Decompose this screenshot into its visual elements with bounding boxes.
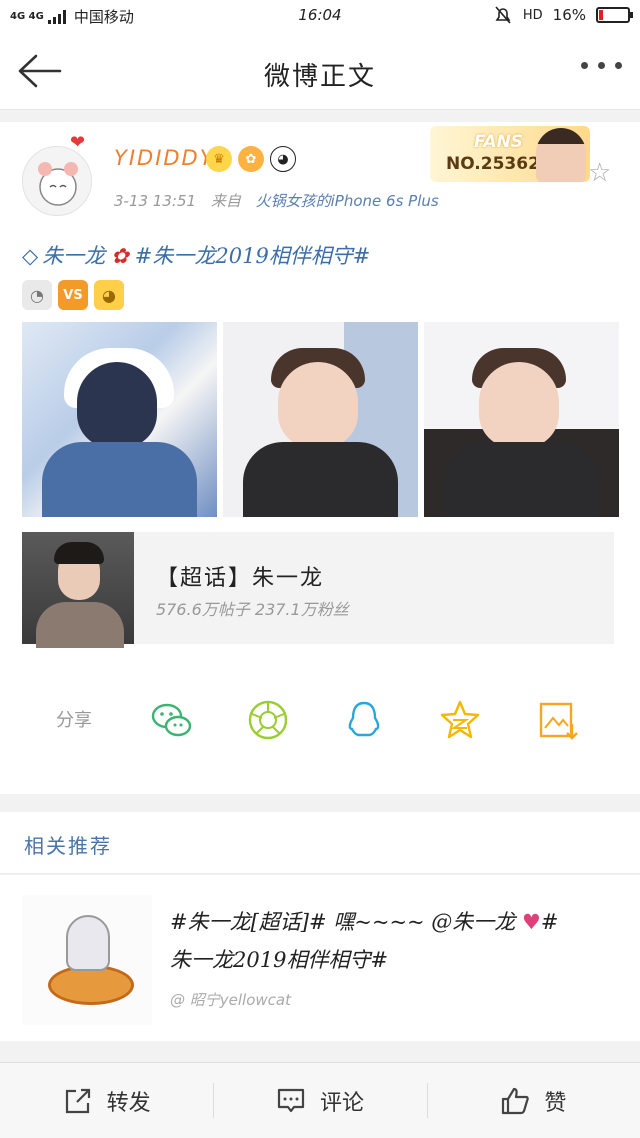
post-source: 火锅女孩的iPhone 6s Plus [255, 192, 439, 210]
page-title: 微博正文 [263, 62, 376, 92]
like-icon [502, 1087, 530, 1114]
qq-icon[interactable] [342, 698, 386, 742]
fans-label: FANS [474, 132, 524, 152]
crown-icon: ♛ [206, 146, 232, 172]
mute-bell-icon [495, 6, 511, 24]
post-photo[interactable] [223, 322, 418, 517]
star-icon[interactable]: ☆ [588, 158, 611, 188]
topic-name: 【超话】朱一龙 [156, 566, 325, 591]
topic-stats: 576.6万帖子 237.1万粉丝 [156, 600, 349, 619]
topic-card[interactable]: 【超话】朱一龙 576.6万帖子 237.1万粉丝 [22, 532, 614, 648]
panda-icon: ◕ [270, 146, 296, 172]
related-text: #朱一龙[超话]# 嘿~~~~ @朱一龙 ♥# 朱一龙2019相伴相守# [170, 903, 622, 979]
member-badge-icon: ✿ [238, 146, 264, 172]
related-item[interactable]: #朱一龙[超话]# 嘿~~~~ @朱一龙 ♥# 朱一龙2019相伴相守# @ 昭… [0, 875, 640, 1041]
related-header: 相关推荐 [0, 812, 640, 874]
wechat-icon[interactable] [150, 698, 194, 742]
post-photo[interactable] [424, 322, 619, 517]
battery-percent: 16% [552, 6, 586, 24]
status-bar: 4G 4G 中国移动 16:04 HD 16% [0, 0, 640, 32]
from-label: 来自 [210, 192, 241, 210]
comment-icon [277, 1088, 305, 1112]
username[interactable]: YIDIDDY [114, 146, 215, 170]
action-bar: 转发 评论 赞 [0, 1062, 640, 1138]
moments-icon[interactable] [246, 698, 290, 742]
related-author[interactable]: @ 昭宁yellowcat [170, 989, 291, 1010]
related-thumbnail [22, 895, 152, 1025]
repost-button[interactable]: 转发 [0, 1063, 213, 1138]
avatar[interactable] [22, 146, 92, 216]
diamond-icon: ◇ [22, 244, 39, 268]
like-label: 赞 [544, 1090, 567, 1116]
more-icon[interactable] [581, 62, 622, 69]
save-image-icon[interactable] [536, 698, 580, 742]
post-text: ◇ 朱一龙 ✿ #朱一龙2019相伴相守# [22, 240, 622, 270]
bunny-icon: ◔ [22, 280, 52, 310]
post-mention[interactable]: 朱一龙 [42, 244, 105, 268]
cat-icon: ◕ [94, 280, 124, 310]
photo-grid [22, 322, 619, 517]
topic-thumbnail [22, 532, 134, 648]
comment-button[interactable]: 评论 [213, 1063, 426, 1138]
emoji-row: ◔ VS ◕ [22, 280, 124, 310]
related-text-line3: 朱一龙2019相伴相守# [170, 948, 389, 972]
post-card: ❤ YIDIDDY ♛ ✿ ◕ 3-13 13:51 来自 火锅女孩的iPhon… [0, 122, 640, 794]
comment-label: 评论 [319, 1090, 364, 1116]
nav-bar: 微博正文 [0, 32, 640, 110]
fans-badge[interactable]: FANS NO.253625 [430, 126, 590, 182]
qzone-icon[interactable] [438, 698, 482, 742]
rose-icon: ✿ [111, 244, 129, 268]
related-text-line1: #朱一龙[超话]# 嘿~~~~ @朱一龙 [170, 910, 516, 934]
post-time: 3-13 13:51 [114, 192, 197, 210]
share-label: 分享 [56, 710, 92, 731]
heart-icon: ❤ [70, 132, 86, 153]
vs-icon: VS [58, 280, 88, 310]
related-title: 相关推荐 [24, 834, 112, 858]
repost-icon [65, 1088, 90, 1113]
repost-label: 转发 [106, 1090, 151, 1116]
heart-icon: ♥ [522, 910, 541, 934]
post-meta: 3-13 13:51 来自 火锅女孩的iPhone 6s Plus [114, 190, 439, 211]
share-row: 分享 [0, 694, 640, 744]
post-hashtag[interactable]: #朱一龙2019相伴相守# [135, 244, 371, 268]
like-button[interactable]: 赞 [426, 1063, 640, 1138]
battery-icon [596, 7, 633, 23]
post-photo[interactable] [22, 322, 217, 517]
related-text-line2: # [540, 910, 559, 934]
fans-avatar [536, 128, 586, 182]
hd-call-icon: HD [522, 7, 543, 23]
